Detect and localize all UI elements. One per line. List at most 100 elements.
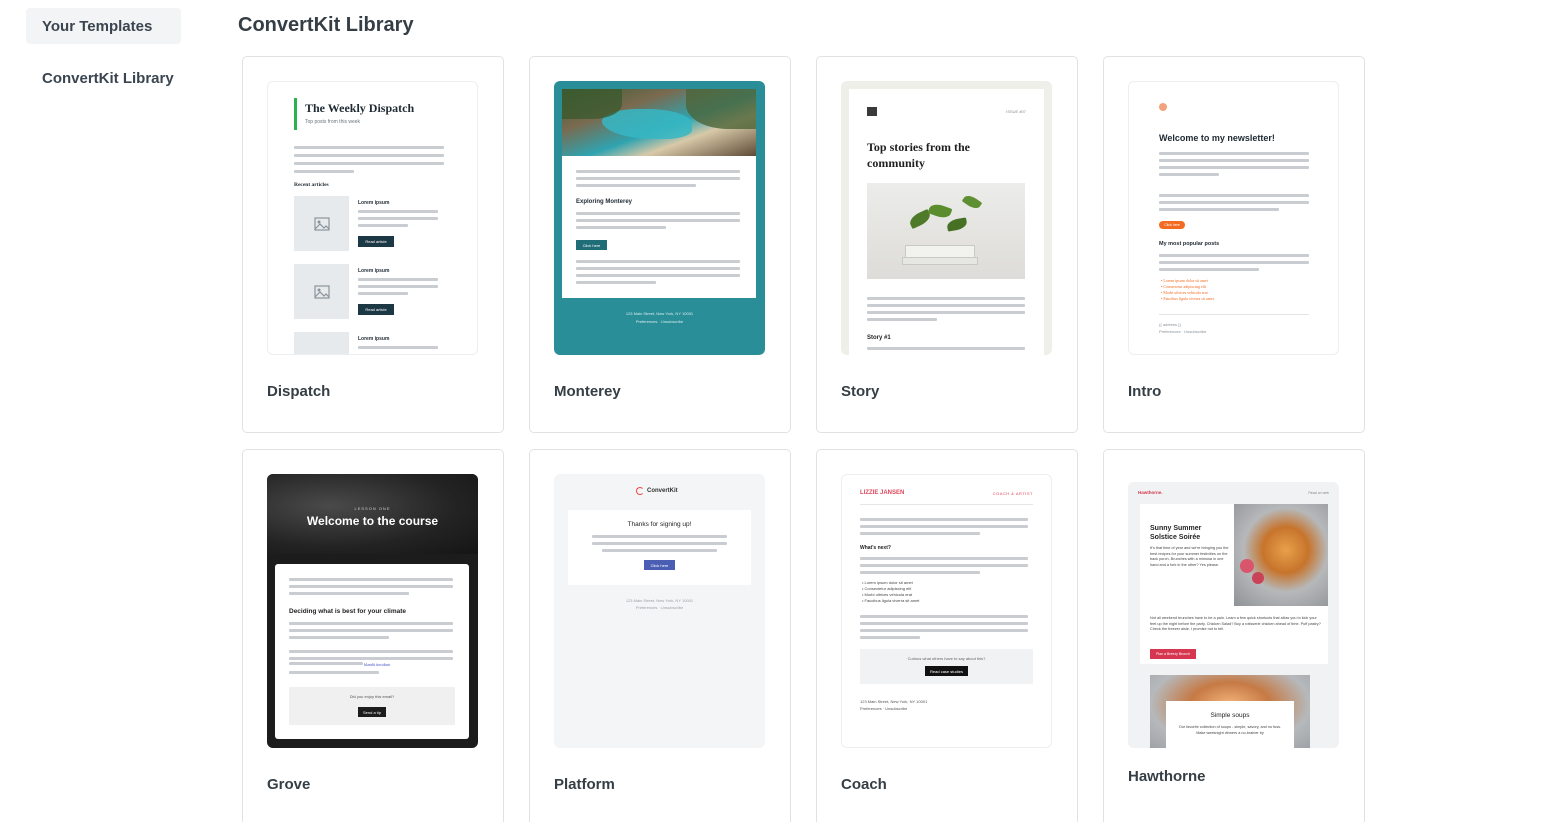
template-card-dispatch[interactable]: The Weekly Dispatch Top posts from this …: [242, 56, 504, 433]
sidebar-item-label: ConvertKit Library: [42, 69, 174, 87]
story-page: ISSUE #07 Top stories from the community…: [849, 89, 1044, 355]
click-here-button: Click here: [576, 240, 607, 250]
brunch-button: Plan a Breezy Brunch: [1150, 649, 1196, 659]
template-card-coach[interactable]: LIZZIE JANSEN COACH & ARTIST What's next…: [816, 449, 1078, 822]
template-preview-monterey: Exploring Monterey Click here 123 Main S…: [554, 81, 765, 355]
brand: ConvertKit: [636, 487, 678, 495]
template-preview-dispatch: The Weekly Dispatch Top posts from this …: [267, 81, 478, 355]
preview-heading: Exploring Monterey: [576, 199, 633, 205]
template-name: Story: [841, 383, 880, 400]
preview-links: Preferences · Unsubscribe: [635, 319, 684, 324]
inline-link: blandit tincidunt: [364, 662, 391, 667]
template-name: Monterey: [554, 383, 621, 400]
read-article-button: Read article: [358, 304, 394, 315]
story-heading: Story #1: [867, 335, 891, 341]
preview-address: 123 Main Street, New York, NY 10001: [860, 699, 928, 704]
send-tip-button: Send a tip: [358, 707, 386, 717]
soup-panel: Simple soups Our favorite collection of …: [1166, 701, 1294, 748]
template-card-story[interactable]: ISSUE #07 Top stories from the community…: [816, 56, 1078, 433]
read-article-button: Read article: [358, 236, 394, 247]
plant-image: [867, 183, 1025, 279]
case-study-box: Curious what others have to say about th…: [860, 649, 1033, 684]
preview-address: 123 Main Street, New York, NY 10001: [625, 311, 694, 316]
preview-footer-links: Preferences · Unsubscribe: [1159, 329, 1207, 334]
accent-bar: [294, 98, 297, 130]
preview-body: Not all weekend brunches have to be a pa…: [1150, 616, 1321, 631]
case-question: Curious what others have to say about th…: [907, 656, 986, 661]
preview-title: The Weekly Dispatch: [305, 101, 415, 115]
content-panel: Thanks for signing up! Click here: [568, 510, 751, 585]
template-card-intro[interactable]: Welcome to my newsletter! Click here My …: [1103, 56, 1365, 433]
convertkit-logo-icon: [636, 487, 644, 495]
preview-intro: It's that time of year and we're bringin…: [1150, 546, 1229, 567]
page-title: ConvertKit Library: [238, 14, 414, 36]
coach-name: LIZZIE JANSEN: [860, 490, 905, 496]
article-title: Lorem ipsum: [358, 200, 390, 206]
preview-title: Welcome to the course: [306, 514, 439, 528]
preview-title: Top stories from the community: [867, 140, 970, 170]
template-name: Platform: [554, 776, 615, 793]
template-preview-intro: Welcome to my newsletter! Click here My …: [1128, 81, 1339, 355]
sidebar-item-your-templates[interactable]: Your Templates: [26, 8, 181, 44]
template-name: Intro: [1128, 383, 1162, 400]
avatar: [1159, 103, 1167, 111]
article-title: Lorem ipsum: [358, 268, 390, 274]
preview-links: Preferences · Unsubscribe: [860, 706, 908, 711]
preview-section: Recent articles: [294, 182, 329, 188]
template-name: Dispatch: [267, 383, 331, 400]
divider: [1159, 314, 1309, 315]
template-card-platform[interactable]: ConvertKit Thanks for signing up! Click …: [529, 449, 791, 822]
preview-heading: Deciding what is best for your climate: [289, 608, 407, 615]
image-placeholder-icon: [294, 332, 349, 354]
preview-subtitle: Top posts from this week: [305, 119, 361, 125]
bullet-list: • Lorem ipsum dolor sit amet • Consectet…: [862, 580, 919, 604]
preview-sub-body: Our favorite collection of soups - simpl…: [1178, 725, 1282, 735]
template-card-hawthorne[interactable]: Hawthorne. Read on web Sunny Summer Sols…: [1103, 449, 1365, 822]
croissant-image: [1234, 504, 1328, 606]
content-panel: Deciding what is best for your climate b…: [275, 564, 469, 739]
brand-name: Hawthorne.: [1138, 490, 1163, 495]
tip-question: Did you enjoy this email?: [349, 694, 395, 699]
preview-subtitle: Simple soups: [1210, 712, 1250, 719]
preview-title: Welcome to my newsletter!: [1159, 133, 1275, 143]
click-here-button: Click here: [1159, 221, 1185, 229]
template-name: Grove: [267, 776, 311, 793]
post-link: • Faucibus ligula viverra sit amet: [1161, 296, 1214, 301]
article-title: Lorem ipsum: [358, 336, 390, 342]
coach-tagline: COACH & ARTIST: [992, 491, 1033, 496]
template-preview-coach: LIZZIE JANSEN COACH & ARTIST What's next…: [841, 474, 1052, 748]
post-links: • Lorem ipsum dolor sit amet • Consectet…: [1161, 278, 1214, 302]
template-preview-hawthorne: Hawthorne. Read on web Sunny Summer Sols…: [1128, 482, 1339, 748]
brand-name: ConvertKit: [647, 488, 678, 494]
read-on-web-link: Read on web: [1308, 491, 1329, 495]
bullet-item: • Faucibus ligula viverra sit amet: [862, 598, 920, 603]
preview-links: Preferences · Unsubscribe: [635, 605, 684, 610]
template-preview-platform: ConvertKit Thanks for signing up! Click …: [554, 474, 765, 748]
read-case-studies-button: Read case studies: [925, 666, 968, 676]
template-card-monterey[interactable]: Exploring Monterey Click here 123 Main S…: [529, 56, 791, 433]
coast-image: [562, 89, 756, 156]
template-preview-grove: LESSON ONE Welcome to the course Decidin…: [267, 474, 478, 748]
preview-title: Thanks for signing up!: [627, 521, 692, 528]
logo-icon: [867, 107, 877, 116]
tip-box: Did you enjoy this email? Send a tip: [289, 687, 455, 725]
preview-section: My most popular posts: [1159, 241, 1220, 247]
template-preview-story: ISSUE #07 Top stories from the community…: [841, 81, 1052, 355]
preview-title: Sunny Summer Solstice Soirée: [1150, 525, 1202, 541]
template-name: Coach: [841, 776, 887, 793]
sidebar-item-label: Your Templates: [42, 17, 153, 35]
image-placeholder-icon: [294, 264, 349, 319]
content-panel: Exploring Monterey Click here: [562, 156, 756, 298]
feature-panel: Sunny Summer Solstice Soirée It's that t…: [1140, 504, 1328, 664]
image-placeholder-icon: [294, 196, 349, 251]
preview-kicker: LESSON ONE: [354, 506, 391, 511]
preview-footer: {{ address }}: [1159, 322, 1181, 327]
click-here-button: Click here: [644, 560, 675, 570]
template-card-grove[interactable]: LESSON ONE Welcome to the course Decidin…: [242, 449, 504, 822]
sidebar-item-convertkit-library[interactable]: ConvertKit Library: [26, 60, 181, 96]
preview-address: 123 Main Street, New York, NY 10001: [625, 598, 694, 603]
issue-label: ISSUE #07: [1006, 109, 1026, 114]
template-name: Hawthorne: [1128, 768, 1206, 785]
divider: [860, 504, 1033, 505]
preview-heading: What's next?: [860, 545, 891, 551]
